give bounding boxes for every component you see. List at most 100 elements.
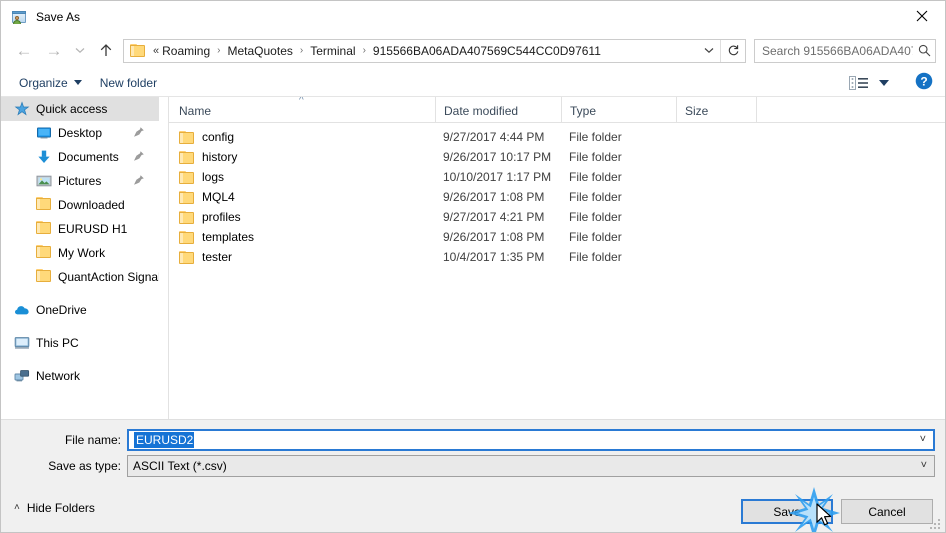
file-name-label: logs [202, 170, 225, 184]
file-type-cell: File folder [569, 170, 622, 184]
column-header-date-modified[interactable]: Date modified [435, 97, 561, 122]
hide-folders-button[interactable]: ˄ Hide Folders [14, 501, 95, 515]
column-header-size[interactable]: Size [676, 97, 756, 122]
organize-button[interactable]: Organize [10, 71, 91, 95]
search-box[interactable]: Search 915566BA06ADA40756... [754, 38, 936, 63]
change-view-button[interactable] [849, 75, 869, 90]
file-name-input[interactable]: EURUSD2 ˅ [127, 429, 935, 451]
save-as-icon [11, 9, 27, 25]
quick-access-star-icon [14, 101, 30, 117]
network-icon [14, 368, 30, 384]
title-bar: Save As [1, 1, 945, 32]
file-type-cell: File folder [569, 150, 622, 164]
documents-download-icon [36, 149, 52, 165]
cancel-button[interactable]: Cancel [841, 499, 933, 524]
save-as-type-label: Save as type: [48, 459, 121, 473]
breadcrumb-item-terminal[interactable]: Terminal [309, 44, 356, 58]
new-folder-button[interactable]: New folder [91, 71, 166, 95]
file-name-label: File name: [64, 433, 121, 447]
file-list-pane: Name ^ Date modified Type Size config 9/… [169, 97, 945, 419]
breadcrumb-item-roaming[interactable]: Roaming [161, 44, 211, 58]
breadcrumb-separator[interactable]: › [294, 45, 309, 56]
save-button[interactable]: Save [741, 499, 833, 524]
file-name-label: MQL4 [202, 190, 235, 204]
table-row[interactable]: tester 10/4/2017 1:35 PM File folder [169, 247, 945, 267]
chevron-up-icon: ˄ [14, 502, 20, 513]
recent-locations-button[interactable] [69, 36, 91, 66]
sidebar-item-eurusd-h1[interactable]: EURUSD H1 [1, 217, 159, 241]
breadcrumb-item-instance-id[interactable]: 915566BA06ADA407569C544CC0D97611 [372, 44, 602, 58]
file-name-cell: config [169, 130, 435, 144]
file-name-label: profiles [202, 210, 241, 224]
pictures-icon [36, 173, 52, 189]
address-bar[interactable]: « Roaming › MetaQuotes › Terminal › 9155… [123, 38, 746, 63]
address-dropdown-button[interactable] [698, 40, 720, 62]
close-button[interactable] [899, 1, 945, 31]
help-icon: ? [915, 72, 933, 90]
forward-arrow-icon: → [45, 41, 63, 60]
sidebar-item-pictures[interactable]: Pictures [1, 169, 159, 193]
forward-button[interactable]: → [39, 36, 69, 66]
help-button[interactable]: ? [915, 72, 933, 93]
file-name-cell: history [169, 150, 435, 164]
desktop-icon [36, 125, 52, 141]
table-row[interactable]: templates 9/26/2017 1:08 PM File folder [169, 227, 945, 247]
save-as-type-select[interactable]: ASCII Text (*.csv) ˅ [127, 455, 935, 477]
table-row[interactable]: logs 10/10/2017 1:17 PM File folder [169, 167, 945, 187]
organize-label: Organize [19, 75, 68, 90]
breadcrumb: « Roaming › MetaQuotes › Terminal › 9155… [151, 44, 698, 58]
folder-icon [179, 130, 194, 144]
file-name-label: history [202, 150, 238, 164]
resize-grip-icon[interactable] [930, 519, 942, 531]
folder-icon [36, 245, 52, 261]
sidebar-item-quantaction-signal[interactable]: QuantAction Signal [1, 265, 159, 289]
search-icon [913, 44, 935, 57]
column-header-label: Type [570, 104, 597, 118]
sidebar-item-downloaded[interactable]: Downloaded [1, 193, 159, 217]
sidebar-item-onedrive[interactable]: OneDrive [1, 298, 159, 322]
folder-icon [179, 210, 194, 224]
breadcrumb-overflow[interactable]: « [151, 45, 161, 57]
breadcrumb-separator[interactable]: › [211, 45, 226, 56]
view-options-caret-icon[interactable] [879, 79, 889, 86]
up-button[interactable] [91, 36, 121, 66]
breadcrumb-separator[interactable]: › [357, 45, 372, 56]
column-header-name[interactable]: Name ^ [169, 97, 435, 122]
sidebar-item-this-pc[interactable]: This PC [1, 331, 159, 355]
sidebar-item-label: EURUSD H1 [58, 222, 128, 236]
sidebar-item-desktop[interactable]: Desktop [1, 121, 159, 145]
column-header-row: Name ^ Date modified Type Size [169, 97, 945, 123]
breadcrumb-item-metaquotes[interactable]: MetaQuotes [227, 44, 294, 58]
file-date-cell: 10/4/2017 1:35 PM [443, 250, 545, 264]
file-type-cell: File folder [569, 210, 622, 224]
folder-icon [179, 230, 194, 244]
folder-icon [179, 170, 194, 184]
table-row[interactable]: MQL4 9/26/2017 1:08 PM File folder [169, 187, 945, 207]
close-icon [916, 10, 928, 22]
file-name-row: File name: EURUSD2 ˅ [1, 429, 945, 451]
chevron-down-icon[interactable]: ˅ [921, 460, 927, 472]
pin-icon[interactable] [133, 174, 145, 186]
pin-icon[interactable] [133, 126, 145, 138]
file-date-cell: 9/26/2017 1:08 PM [443, 190, 545, 204]
table-row[interactable]: config 9/27/2017 4:44 PM File folder [169, 127, 945, 147]
file-date-cell: 9/26/2017 1:08 PM [443, 230, 545, 244]
pin-icon[interactable] [133, 150, 145, 162]
refresh-button[interactable] [721, 40, 745, 62]
chevron-down-icon[interactable]: ˅ [920, 434, 926, 446]
sidebar-item-label: OneDrive [36, 303, 87, 317]
back-button[interactable]: ← [9, 36, 39, 66]
file-name-label: tester [202, 250, 233, 264]
column-header-type[interactable]: Type [561, 97, 676, 122]
table-row[interactable]: history 9/26/2017 10:17 PM File folder [169, 147, 945, 167]
sidebar-item-documents[interactable]: Documents [1, 145, 159, 169]
sidebar-item-quick-access[interactable]: Quick access [1, 97, 159, 121]
file-type-cell: File folder [569, 230, 622, 244]
table-row[interactable]: profiles 9/27/2017 4:21 PM File folder [169, 207, 945, 227]
sidebar-item-network[interactable]: Network [1, 364, 159, 388]
search-input[interactable]: Search 915566BA06ADA40756... [755, 44, 913, 58]
sidebar-item-my-work[interactable]: My Work [1, 241, 159, 265]
hide-folders-label: Hide Folders [26, 501, 95, 515]
file-name-value: EURUSD2 [129, 432, 195, 448]
